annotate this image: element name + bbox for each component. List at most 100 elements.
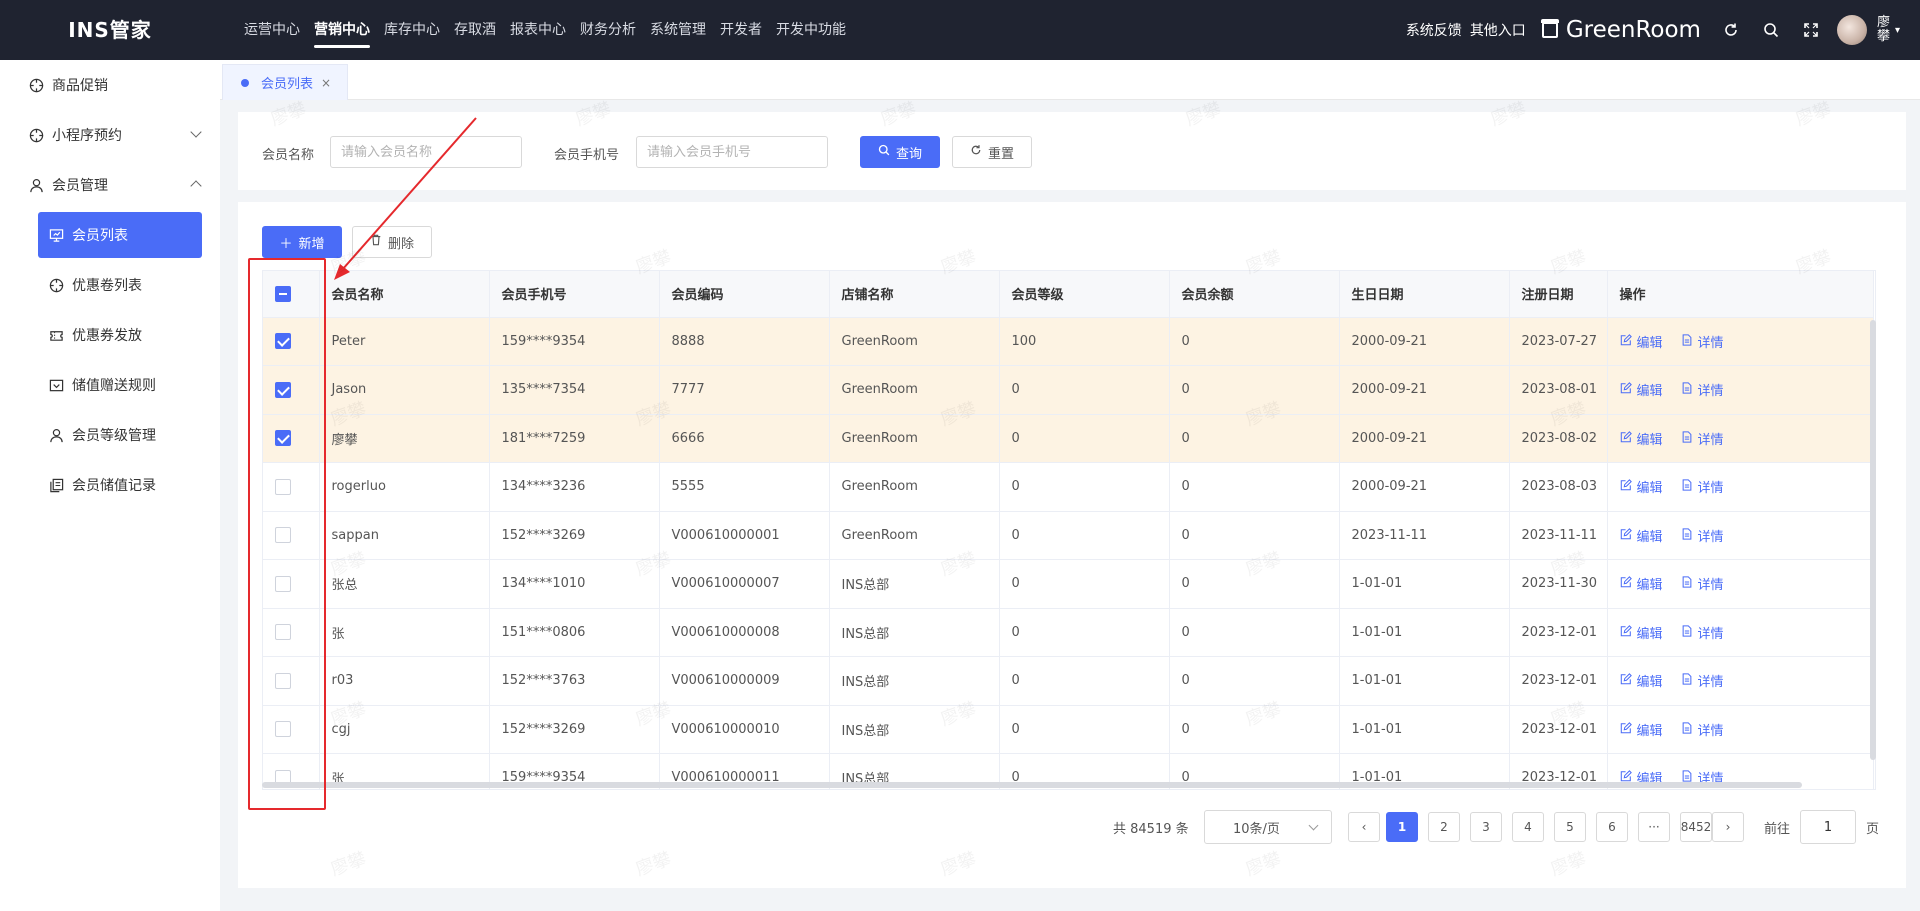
row-checkbox[interactable] [275, 624, 291, 641]
row-select-cell[interactable] [263, 511, 320, 560]
avatar[interactable] [1836, 15, 1867, 45]
detail-button[interactable]: 详情 [1681, 380, 1724, 399]
detail-button[interactable]: 详情 [1681, 526, 1724, 545]
reset-button[interactable]: 重置 [952, 136, 1032, 168]
edit-button[interactable]: 编辑 [1620, 526, 1663, 545]
row-select-cell[interactable] [263, 608, 320, 657]
page-button[interactable]: 1 [1386, 812, 1418, 842]
sidebar-subitem[interactable]: 会员等级管理 [0, 410, 220, 460]
row-checkbox[interactable] [275, 381, 291, 398]
edit-button[interactable]: 编辑 [1620, 429, 1663, 448]
edit-button[interactable]: 编辑 [1620, 720, 1663, 739]
top-nav-item[interactable]: 报表中心 [510, 0, 566, 60]
refresh-icon[interactable] [1711, 0, 1751, 60]
app-logo[interactable]: INS管家 [0, 0, 220, 60]
detail-button[interactable]: 详情 [1681, 671, 1724, 690]
table-row[interactable]: 廖攀 181****7259 6666 GreenRoom 0 0 2000-09-21 20… [263, 414, 1874, 463]
table-row[interactable]: Peter 159****9354 8888 GreenRoom 100 0 2000-09… [263, 317, 1874, 366]
horizontal-scrollbar[interactable] [262, 782, 1802, 788]
select-all-checkbox[interactable] [275, 285, 291, 302]
page-button[interactable]: 5 [1554, 812, 1586, 842]
page-button[interactable]: ··· [1638, 812, 1670, 842]
page-button[interactable]: 6 [1596, 812, 1628, 842]
vertical-scrollbar[interactable] [1870, 320, 1876, 760]
sidebar-item-miniapp-booking[interactable]: 小程序预约 [0, 110, 220, 160]
edit-button[interactable]: 编辑 [1620, 332, 1663, 351]
page-button[interactable]: 2 [1428, 812, 1460, 842]
select-all-cell[interactable] [263, 271, 320, 318]
table-row[interactable]: r03 152****3763 V000610000009 INS总部 0 0 1-01-0… [263, 656, 1874, 706]
user-name[interactable]: 廖攀 [1877, 16, 1891, 44]
store-name[interactable]: GreenRoom [1566, 17, 1701, 43]
table-cell: 0 [1169, 414, 1340, 463]
edit-button[interactable]: 编辑 [1620, 380, 1663, 399]
detail-button[interactable]: 详情 [1681, 332, 1724, 351]
edit-button[interactable]: 编辑 [1620, 574, 1663, 593]
top-nav-item[interactable]: 开发者 [720, 0, 762, 60]
table-row[interactable]: 张 151****0806 V000610000008 INS总部 0 0 1-01-01 2… [263, 608, 1874, 657]
close-icon[interactable]: × [321, 76, 331, 90]
row-select-cell[interactable] [263, 414, 320, 463]
sidebar-subitem[interactable]: 优惠券发放 [0, 310, 220, 360]
member-name-input[interactable] [330, 136, 522, 168]
row-select-cell[interactable] [263, 462, 320, 512]
page-size-select[interactable]: 10条/页 [1204, 810, 1332, 844]
row-select-cell[interactable] [263, 559, 320, 609]
top-nav-item[interactable]: 运营中心 [244, 0, 300, 60]
row-select-cell[interactable] [263, 705, 320, 754]
sidebar-item-member-management[interactable]: 会员管理 [0, 160, 220, 210]
edit-button[interactable]: 编辑 [1620, 623, 1663, 642]
top-nav-item[interactable]: 系统管理 [650, 0, 706, 60]
row-checkbox[interactable] [275, 721, 291, 738]
detail-button[interactable]: 详情 [1681, 720, 1724, 739]
sidebar-subitem[interactable]: 优惠卷列表 [0, 260, 220, 310]
top-nav-item[interactable]: 存取酒 [454, 0, 496, 60]
detail-button[interactable]: 详情 [1681, 429, 1724, 448]
query-button[interactable]: 查询 [860, 136, 940, 168]
edit-label: 编辑 [1636, 529, 1663, 545]
table-row[interactable]: sappan 152****3269 V000610000001 GreenRoom 0… [263, 511, 1874, 560]
sidebar-subitem[interactable]: 会员列表 [38, 212, 202, 258]
edit-button[interactable]: 编辑 [1620, 671, 1663, 690]
top-nav-item[interactable]: 财务分析 [580, 0, 636, 60]
delete-button[interactable]: 删除 [352, 226, 432, 258]
detail-button[interactable]: 详情 [1681, 623, 1724, 642]
tab-member-list[interactable]: 会员列表 × [222, 64, 349, 100]
sidebar-subitem[interactable]: 储值赠送规则 [0, 360, 220, 410]
page-button[interactable]: 3 [1470, 812, 1502, 842]
row-select-cell[interactable] [263, 317, 320, 366]
feedback-link[interactable]: 系统反馈 [1406, 20, 1462, 40]
row-checkbox[interactable] [275, 672, 291, 689]
row-checkbox[interactable] [275, 333, 291, 350]
sidebar-subitem-label: 会员列表 [72, 228, 128, 244]
sidebar-item-promotion[interactable]: 商品促销 [0, 60, 220, 110]
top-nav-item[interactable]: 开发中功能 [776, 0, 846, 60]
table-row[interactable]: Jason 135****7354 7777 GreenRoom 0 0 2000-09-2… [263, 365, 1874, 415]
table-row[interactable]: rogerluo 134****3236 5555 GreenRoom 0 0 2000-0… [263, 462, 1874, 512]
row-select-cell[interactable] [263, 365, 320, 415]
next-page-button[interactable]: › [1712, 812, 1744, 842]
table-row[interactable]: cgj 152****3269 V000610000010 INS总部 0 0 1-01-0… [263, 705, 1874, 754]
detail-button[interactable]: 详情 [1681, 574, 1724, 593]
top-nav-item[interactable]: 库存中心 [384, 0, 440, 60]
fullscreen-icon[interactable] [1791, 0, 1831, 60]
row-checkbox[interactable] [275, 478, 291, 495]
page-button[interactable]: 8452 [1680, 812, 1712, 842]
detail-button[interactable]: 详情 [1681, 477, 1724, 496]
row-select-cell[interactable] [263, 656, 320, 706]
row-checkbox[interactable] [275, 527, 291, 544]
page-button[interactable]: 4 [1512, 812, 1544, 842]
goto-page-input[interactable] [1800, 810, 1856, 844]
edit-button[interactable]: 编辑 [1620, 477, 1663, 496]
add-button[interactable]: ＋ 新增 [262, 226, 342, 258]
row-checkbox[interactable] [275, 430, 291, 447]
top-nav-item[interactable]: 营销中心 [314, 0, 370, 60]
prev-page-button[interactable]: ‹ [1348, 812, 1380, 842]
row-checkbox[interactable] [275, 575, 291, 592]
member-phone-input[interactable] [636, 136, 828, 168]
chevron-down-icon[interactable]: ▾ [1895, 25, 1900, 36]
table-row[interactable]: 张总 134****1010 V000610000007 INS总部 0 0 1-01-01… [263, 559, 1874, 609]
sidebar-subitem[interactable]: 会员储值记录 [0, 460, 220, 510]
search-icon[interactable] [1751, 0, 1791, 60]
other-entry-link[interactable]: 其他入口 [1470, 20, 1526, 40]
